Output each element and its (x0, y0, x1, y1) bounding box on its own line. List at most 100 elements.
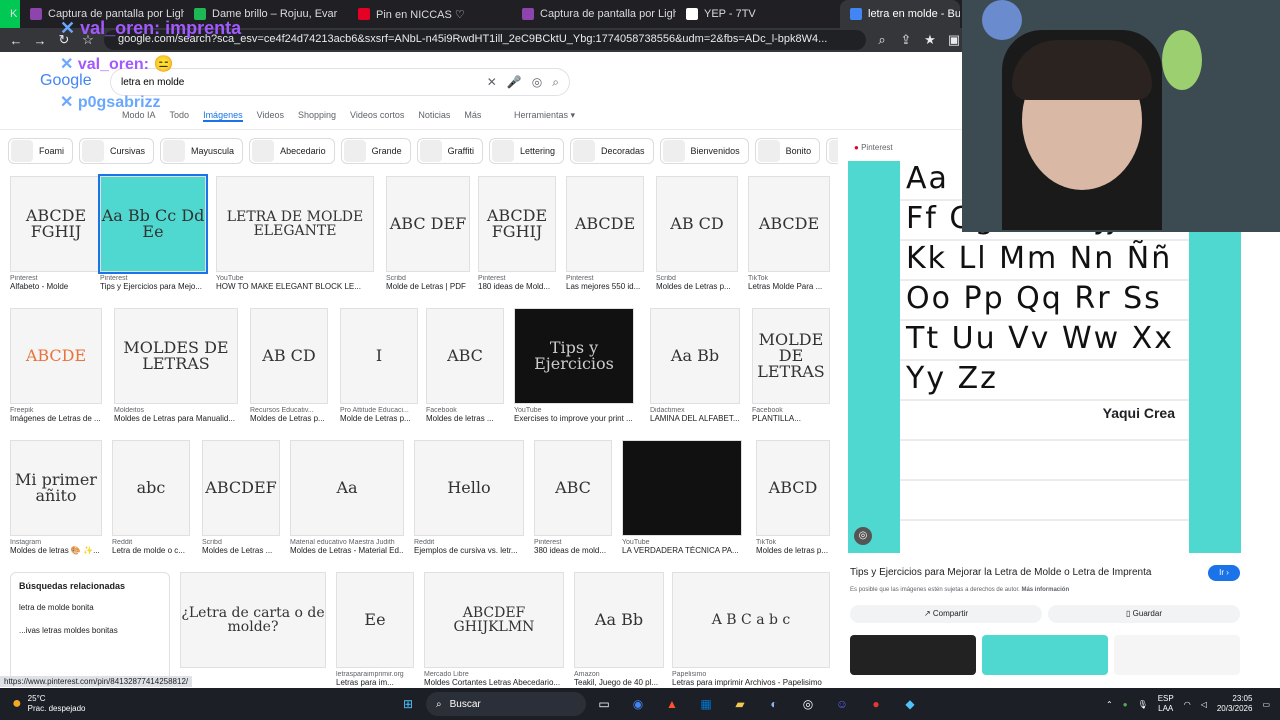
image-result[interactable]: Aa Material educativo Maestra Judith Molde… (290, 440, 404, 555)
result-thumbnail[interactable]: ABCDE (748, 176, 830, 272)
microphone-icon[interactable]: 🎤 (507, 75, 522, 89)
windows-start-icon[interactable]: ⊞ (397, 693, 419, 715)
search-tab[interactable]: Más (464, 110, 481, 122)
result-thumbnail[interactable]: ABC DEF (386, 176, 470, 272)
result-thumbnail[interactable]: Aa Bb (650, 308, 740, 404)
zoom-icon[interactable]: ⌕ (874, 32, 890, 48)
clear-icon[interactable]: ✕ (487, 75, 497, 89)
obs-icon[interactable]: ◎ (797, 693, 819, 715)
image-result[interactable]: ABCDEF GHIJKLMN Mercado Libre Moldes Corta… (424, 572, 564, 687)
result-caption[interactable]: LAMINA DEL ALFABET... (650, 414, 740, 423)
image-result[interactable]: ABCDE Freepik Imágenes de Letras de ... (10, 308, 102, 423)
result-thumbnail[interactable]: ABCDE FGHIJ (478, 176, 556, 272)
filter-chip[interactable]: Lettering (488, 138, 565, 164)
related-thumb[interactable] (1114, 635, 1240, 675)
search-icon[interactable]: ⌕ (552, 75, 559, 90)
save-button[interactable]: ▯ Guardar (1048, 605, 1240, 623)
image-result[interactable]: abc Reddit Letra de molde o c... (112, 440, 190, 555)
image-result[interactable]: LETRA DE MOLDE ELEGANTE YouTube HOW TO MAK… (216, 176, 374, 291)
result-thumbnail[interactable]: Mi primer añito (10, 440, 102, 536)
result-caption[interactable]: Exercises to improve your print ... (514, 414, 634, 423)
filter-chip[interactable]: Decoradas (570, 138, 654, 164)
image-result[interactable]: A B C a b c Papelisimo Letras para imprimi… (672, 572, 830, 687)
result-caption[interactable]: Letras para imprimir Archivos - Papelisi… (672, 678, 830, 687)
chrome-icon[interactable]: ◉ (627, 693, 649, 715)
filter-chip[interactable]: Individual (826, 138, 838, 164)
related-thumb[interactable] (850, 635, 976, 675)
search-tab[interactable]: Todo (170, 110, 190, 122)
result-thumbnail[interactable]: ABC (534, 440, 612, 536)
folder-icon[interactable]: ▰ (729, 693, 751, 715)
result-caption[interactable]: Moldes Cortantes Letras Abecedario... (424, 678, 564, 687)
result-thumbnail[interactable]: A B C a b c (672, 572, 830, 668)
result-caption[interactable]: Alfabeto - Molde (10, 282, 102, 291)
result-caption[interactable]: Moldes de letras ... (426, 414, 504, 423)
taskbar-search[interactable]: ⌕ Buscar (425, 692, 586, 716)
image-result[interactable]: Aa Bb Didactimex LAMINA DEL ALFABET... (650, 308, 740, 423)
more-info-link[interactable]: Más información (1021, 587, 1069, 593)
image-result[interactable]: MOLDE DE LETRAS Facebook PLANTILLA... (752, 308, 830, 423)
filter-chip[interactable]: Foami (8, 138, 74, 164)
image-result[interactable]: ¿Letra de carta o de molde? (180, 572, 326, 671)
search-input[interactable] (121, 76, 477, 88)
result-caption[interactable]: PLANTILLA... (752, 414, 830, 423)
result-caption[interactable]: HOW TO MAKE ELEGANT BLOCK LE... (216, 282, 374, 291)
wifi-icon[interactable]: ◠ (1184, 700, 1191, 709)
result-thumbnail[interactable]: Aa (290, 440, 404, 536)
image-result[interactable]: ABCD TikTok Moldes de letras p... (756, 440, 830, 555)
share-icon[interactable]: ⇪ (898, 32, 914, 48)
filter-chip[interactable]: Graffiti (416, 138, 483, 164)
image-result[interactable]: Tips y Ejercicios YouTube Exercises to imp… (514, 308, 634, 423)
result-thumbnail[interactable]: LETRA DE MOLDE ELEGANTE (216, 176, 374, 272)
result-caption[interactable]: Moldes de Letras para Manualid... (114, 414, 238, 423)
weather-widget[interactable]: ● 25°C Prac. despejado (12, 694, 212, 713)
result-thumbnail[interactable] (622, 440, 742, 536)
image-result[interactable]: Mi primer añito Instagram Moldes de letras… (10, 440, 102, 555)
result-caption[interactable]: Letras Molde Para ... (748, 282, 830, 291)
result-caption[interactable]: Molde de Letras | PDF (386, 282, 470, 291)
filter-chip[interactable]: Mayuscula (160, 138, 244, 164)
result-caption[interactable]: Ejemplos de cursiva vs. letr... (414, 546, 524, 555)
result-thumbnail[interactable]: Aa Bb (574, 572, 664, 668)
related-item[interactable]: ...ivas letras moldes bonitas (19, 626, 161, 635)
result-thumbnail[interactable]: Aa Bb Cc Dd Ee (98, 174, 208, 274)
extension-icon[interactable]: ▣ (946, 32, 962, 48)
result-thumbnail[interactable]: Tips y Ejercicios (514, 308, 634, 404)
image-result[interactable]: Hello Reddit Ejemplos de cursiva vs. letr.… (414, 440, 524, 555)
result-thumbnail[interactable]: ABCDEF (202, 440, 280, 536)
steam-icon[interactable]: ◐ (763, 693, 785, 715)
browser-tab[interactable]: letra en molde - Buscar co (840, 0, 960, 28)
image-result[interactable]: Aa Bb Cc Dd Ee Pinterest Tips y Ejercicios… (98, 174, 208, 291)
lens-icon[interactable]: ◎ (532, 75, 542, 89)
search-tab[interactable]: Videos cortos (350, 110, 404, 122)
tray-chevron-icon[interactable]: ⌃ (1106, 700, 1113, 709)
image-result[interactable]: AB CD Scribd Moldes de Letras p... (656, 176, 738, 291)
image-result[interactable]: ABC DEF Scribd Molde de Letras | PDF (386, 176, 470, 291)
tools-button[interactable]: Herramientas ▾ (514, 110, 575, 121)
result-thumbnail[interactable]: MOLDE DE LETRAS (752, 308, 830, 404)
share-button[interactable]: ↗ Compartir (850, 605, 1042, 623)
result-thumbnail[interactable]: MOLDES DE LETRAS (114, 308, 238, 404)
result-thumbnail[interactable]: I (340, 308, 418, 404)
star-icon[interactable]: ★ (922, 32, 938, 48)
forward-icon[interactable]: → (32, 33, 48, 48)
clock[interactable]: 23:05 20/3/2026 (1217, 694, 1253, 713)
result-thumbnail[interactable]: ¿Letra de carta o de molde? (180, 572, 326, 668)
image-result[interactable]: ABCDE TikTok Letras Molde Para ... (748, 176, 830, 291)
browser-tab[interactable]: YEP - 7TV (676, 0, 840, 28)
image-result[interactable]: AB CD Recursos Educativ... Moldes de Letra… (250, 308, 328, 423)
search-tab[interactable]: Noticias (418, 110, 450, 122)
browser-tab[interactable]: Pin en NICCAS ♡ (348, 0, 512, 28)
image-result[interactable]: MOLDES DE LETRAS Moldeitos Moldes de Letra… (114, 308, 238, 423)
image-result[interactable]: ABCDE FGHIJ Pinterest Alfabeto - Molde (10, 176, 102, 291)
app-icon[interactable]: ◆ (899, 693, 921, 715)
result-thumbnail[interactable]: ABC (426, 308, 504, 404)
result-thumbnail[interactable]: Hello (414, 440, 524, 536)
store-icon[interactable]: ▦ (695, 693, 717, 715)
image-result[interactable]: Aa Bb Amazon Teakil, Juego de 40 pl... (574, 572, 664, 687)
search-tab[interactable]: Videos (257, 110, 284, 122)
result-caption[interactable]: Las mejores 550 id... (566, 282, 644, 291)
tray-green-icon[interactable]: ● (1123, 700, 1128, 709)
image-result[interactable]: ABCDEF Scribd Moldes de Letras ... (202, 440, 280, 555)
result-thumbnail[interactable]: ABCDEF GHIJKLMN (424, 572, 564, 668)
